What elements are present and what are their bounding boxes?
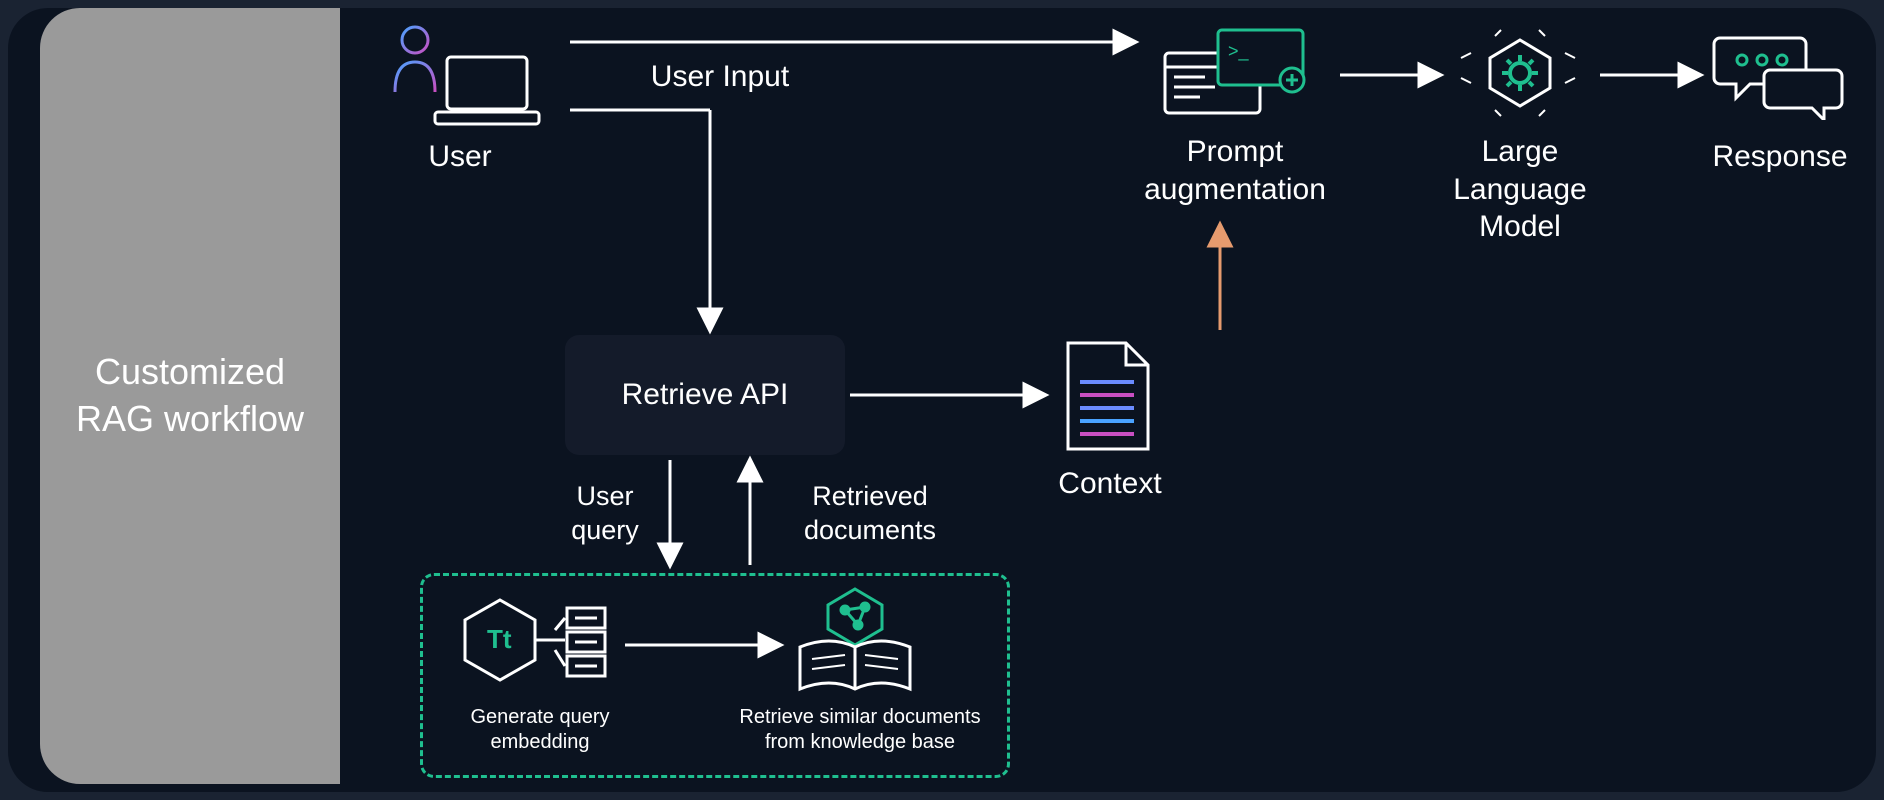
retrieve-api-label: Retrieve API <box>622 378 789 412</box>
user-query-label: User query <box>545 480 665 548</box>
prompt-augmentation-label: Prompt augmentation <box>1105 133 1365 208</box>
context-label: Context <box>1040 465 1180 503</box>
context-document-icon <box>1060 337 1155 455</box>
embedding-icon: Tt <box>455 590 620 700</box>
prompt-augmentation-icon: >_ <box>1160 25 1310 120</box>
knowledge-book-icon <box>790 585 920 700</box>
svg-text:>_: >_ <box>1228 41 1250 62</box>
generate-embedding-label: Generate query embedding <box>430 705 650 755</box>
response-icon <box>1710 30 1850 120</box>
retrieved-docs-label: Retrieved documents <box>760 480 980 548</box>
llm-label: Large Language Model <box>1420 133 1620 246</box>
user-icon <box>385 22 550 137</box>
response-label: Response <box>1695 138 1865 176</box>
user-label: User <box>400 138 520 176</box>
retrieve-api-box: Retrieve API <box>565 335 845 455</box>
svg-text:Tt: Tt <box>487 624 512 654</box>
retrieve-kb-label: Retrieve similar documents from knowledg… <box>720 705 1000 755</box>
user-input-label: User Input <box>620 58 820 96</box>
llm-icon <box>1455 28 1585 118</box>
sidebar-title: Customized RAG workflow <box>60 349 320 443</box>
sidebar-title-panel: Customized RAG workflow <box>40 8 340 784</box>
